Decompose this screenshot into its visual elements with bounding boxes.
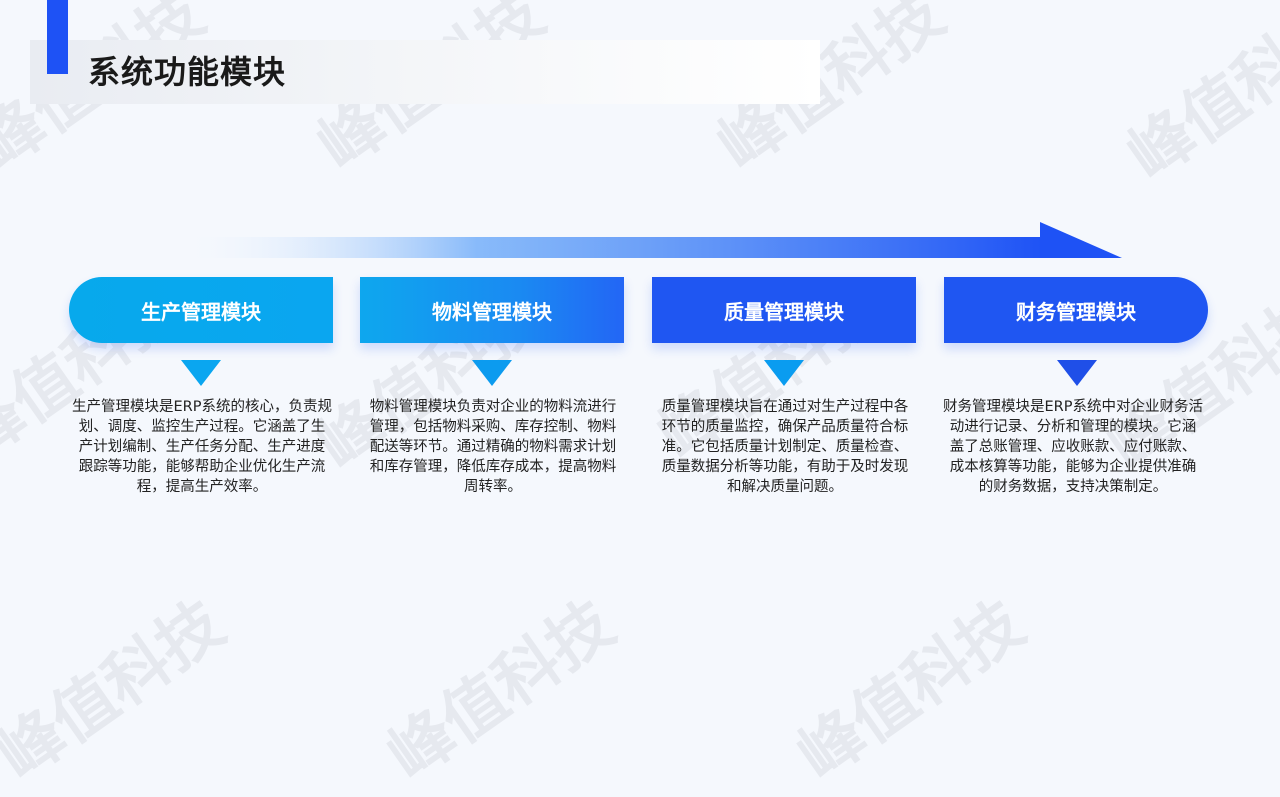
module-quality-description: 质量管理模块旨在通过对生产过程中各环节的质量监控，确保产品质量符合标准。它包括质… [661,399,909,495]
module-production[interactable]: 生产管理模块 [69,277,333,343]
title-accent-bar [47,0,68,74]
flow-arrow-icon [170,222,1122,258]
watermark: 峰值科技 [0,587,238,795]
watermark: 峰值科技 [785,587,1038,795]
module-material[interactable]: 物料管理模块 [360,277,624,343]
triangle-down-icon [1057,360,1097,386]
watermark: 峰值科技 [1115,0,1280,195]
module-production-description: 生产管理模块是ERP系统的核心，负责规划、调度、监控生产过程。它涵盖了生产计划编… [72,399,332,495]
triangle-down-icon [181,360,221,386]
module-finance[interactable]: 财务管理模块 [944,277,1208,343]
module-material-description: 物料管理模块负责对企业的物料流进行管理，包括物料采购、库存控制、物料配送等环节。… [369,399,617,495]
module-finance-description: 财务管理模块是ERP系统中对企业财务活动进行记录、分析和管理的模块。它涵盖了总账… [943,399,1203,495]
triangle-down-icon [472,360,512,386]
triangle-down-icon [764,360,804,386]
page-title: 系统功能模块 [88,53,287,91]
module-quality[interactable]: 质量管理模块 [652,277,916,343]
watermark: 峰值科技 [375,587,628,795]
